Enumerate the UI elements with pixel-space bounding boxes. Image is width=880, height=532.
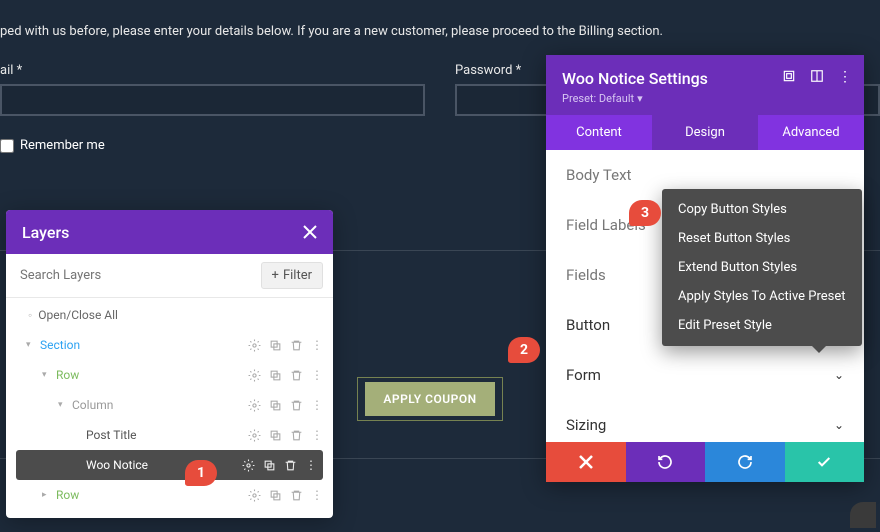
duplicate-icon[interactable] <box>269 369 282 382</box>
callout-badge: 2 <box>508 337 540 363</box>
chevron-down-icon: ⌄ <box>834 368 844 382</box>
trash-icon[interactable] <box>290 399 303 412</box>
gear-icon[interactable] <box>248 369 261 382</box>
layer-item-column[interactable]: Column <box>68 398 248 412</box>
tab-design[interactable]: Design <box>652 115 758 150</box>
layer-item-section[interactable]: Section <box>36 338 248 352</box>
settings-item-form[interactable]: Form⌄ <box>546 350 864 400</box>
button-context-menu: Copy Button Styles Reset Button Styles E… <box>662 189 862 346</box>
duplicate-icon[interactable] <box>269 339 282 352</box>
caret-icon[interactable]: ▾ <box>58 400 68 410</box>
email-label: ail * <box>0 63 425 78</box>
columns-icon[interactable] <box>810 69 824 85</box>
caret-icon[interactable]: ▸ <box>42 490 52 500</box>
caret-icon[interactable]: ▾ <box>42 370 52 380</box>
trash-icon[interactable] <box>284 459 297 472</box>
trash-icon[interactable] <box>290 489 303 502</box>
duplicate-icon[interactable] <box>263 459 276 472</box>
gear-icon[interactable] <box>248 399 261 412</box>
apply-coupon-wrap: APPLY COUPON <box>357 377 503 421</box>
ctx-apply-to-preset[interactable]: Apply Styles To Active Preset <box>662 282 862 311</box>
chevron-down-icon: ⌄ <box>834 418 844 432</box>
trash-icon[interactable] <box>290 429 303 442</box>
corner-handle[interactable] <box>850 502 876 528</box>
email-field[interactable] <box>0 84 425 116</box>
layer-item-post-title[interactable]: Post Title <box>82 428 248 442</box>
layers-title: Layers <box>22 223 69 242</box>
trash-icon[interactable] <box>290 339 303 352</box>
gear-icon[interactable] <box>242 459 255 472</box>
cancel-button[interactable] <box>546 442 626 482</box>
apply-coupon-button[interactable]: APPLY COUPON <box>365 382 494 416</box>
gear-icon[interactable] <box>248 429 261 442</box>
redo-button[interactable] <box>705 442 785 482</box>
chevron-down-icon: ▾ <box>637 92 643 105</box>
ctx-extend-button-styles[interactable]: Extend Button Styles <box>662 253 862 282</box>
open-close-all[interactable]: ◦Open/Close All <box>6 298 333 330</box>
tab-advanced[interactable]: Advanced <box>758 115 864 150</box>
duplicate-icon[interactable] <box>269 399 282 412</box>
remember-me-checkbox[interactable] <box>0 139 14 153</box>
gear-icon[interactable] <box>248 339 261 352</box>
trash-icon[interactable] <box>290 369 303 382</box>
gear-icon[interactable] <box>248 489 261 502</box>
settings-item-sizing[interactable]: Sizing⌄ <box>546 400 864 442</box>
more-icon[interactable]: ⋮ <box>838 69 852 85</box>
tab-content[interactable]: Content <box>546 115 652 150</box>
returning-customer-intro: ped with us before, please enter your de… <box>0 0 880 39</box>
callout-badge: 1 <box>185 460 217 486</box>
more-icon[interactable]: ⋮ <box>311 398 323 412</box>
layers-search-input[interactable] <box>16 262 253 289</box>
undo-button[interactable] <box>626 442 706 482</box>
plus-icon: + <box>272 268 279 283</box>
layers-panel: Layers + Filter ◦Open/Close All ▾ Sectio… <box>6 210 333 518</box>
ctx-copy-button-styles[interactable]: Copy Button Styles <box>662 195 862 224</box>
expand-icon[interactable] <box>782 69 796 85</box>
more-icon[interactable]: ⋮ <box>311 428 323 442</box>
more-icon[interactable]: ⋮ <box>305 458 317 472</box>
caret-icon[interactable]: ▾ <box>26 340 36 350</box>
ctx-reset-button-styles[interactable]: Reset Button Styles <box>662 224 862 253</box>
duplicate-icon[interactable] <box>269 489 282 502</box>
remember-me-label: Remember me <box>20 138 105 153</box>
layer-item-woo-notice[interactable]: Woo Notice <box>82 458 242 472</box>
layer-item-row[interactable]: Row <box>52 488 248 502</box>
callout-badge: 3 <box>629 200 661 226</box>
close-icon[interactable] <box>303 225 317 239</box>
preset-dropdown[interactable]: Preset: Default ▾ <box>562 92 848 105</box>
duplicate-icon[interactable] <box>269 429 282 442</box>
more-icon[interactable]: ⋮ <box>311 338 323 352</box>
more-icon[interactable]: ⋮ <box>311 368 323 382</box>
filter-button[interactable]: + Filter <box>261 262 323 289</box>
more-icon[interactable]: ⋮ <box>311 488 323 502</box>
ctx-edit-preset-style[interactable]: Edit Preset Style <box>662 311 862 340</box>
save-button[interactable] <box>785 442 865 482</box>
layer-item-row[interactable]: Row <box>52 368 248 382</box>
filter-label: Filter <box>283 268 312 283</box>
